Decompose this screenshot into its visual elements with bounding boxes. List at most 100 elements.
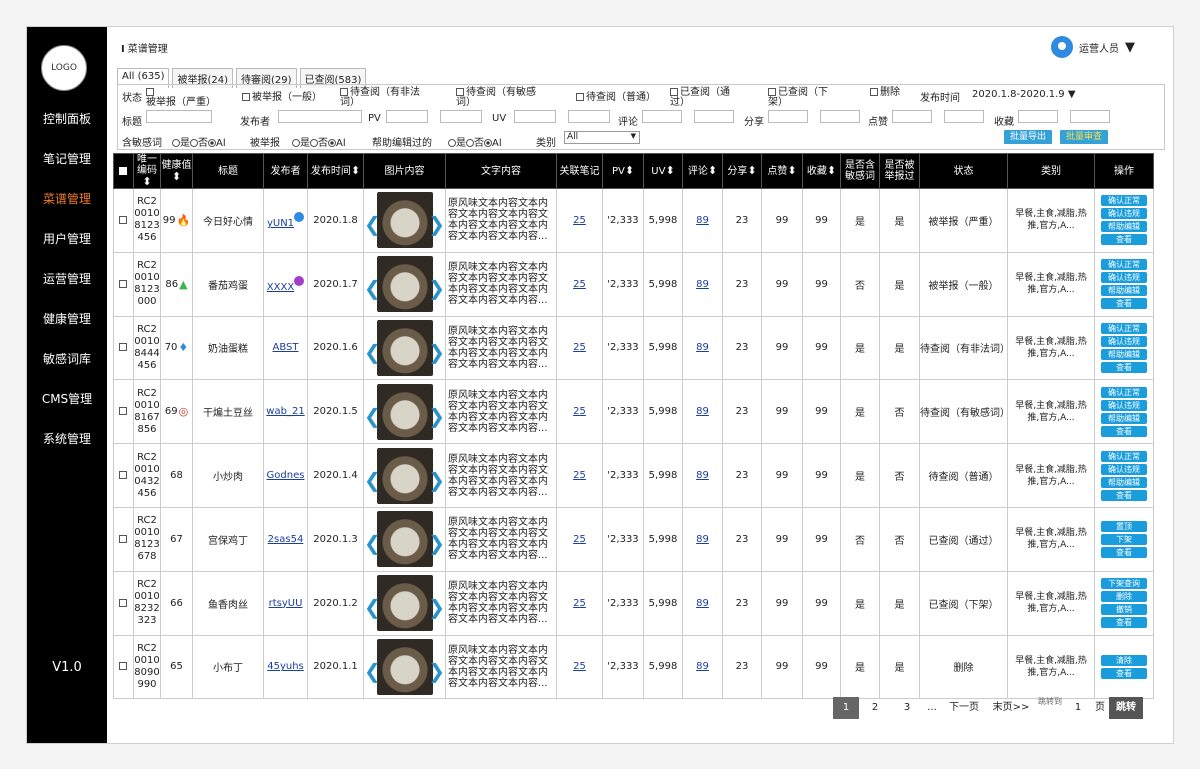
- recipe-image[interactable]: [376, 192, 433, 249]
- sort-icon[interactable]: ⬍: [351, 164, 360, 177]
- like-max-input[interactable]: [944, 110, 984, 123]
- share-min-input[interactable]: [768, 110, 808, 123]
- action-button[interactable]: 帮助编辑: [1101, 476, 1147, 488]
- select-cell[interactable]: [113, 315, 134, 381]
- status-option-2[interactable]: 待查阅（有非法词）: [340, 88, 432, 108]
- sort-icon[interactable]: ⬍: [787, 164, 796, 177]
- reported-radio-group[interactable]: 是否 Al: [292, 134, 346, 149]
- publisher-input[interactable]: [278, 110, 362, 123]
- recipe-image[interactable]: [376, 319, 433, 376]
- column-header-0[interactable]: 唯一编码⬍: [133, 153, 161, 189]
- prev-image-icon[interactable]: ❮: [365, 531, 381, 555]
- row-checkbox[interactable]: [118, 662, 127, 671]
- publisher-link[interactable]: 45yuhs: [267, 661, 304, 672]
- status-option-1[interactable]: 被举报（一般）: [242, 88, 322, 103]
- comments-link[interactable]: 89: [696, 598, 709, 609]
- action-button[interactable]: 查看: [1101, 667, 1147, 679]
- sidebar-item-7[interactable]: CMS管理: [27, 390, 107, 407]
- row-checkbox[interactable]: [118, 279, 127, 288]
- row-checkbox[interactable]: [118, 215, 127, 224]
- select-cell[interactable]: [113, 506, 134, 572]
- select-cell[interactable]: [113, 251, 134, 317]
- next-image-icon[interactable]: ❯: [428, 404, 444, 428]
- category-select[interactable]: All ▼: [564, 131, 640, 144]
- status-option-0[interactable]: 被举报（严重）: [146, 88, 222, 108]
- status-option-5[interactable]: 已查阅（通过）: [670, 88, 744, 108]
- column-header-9[interactable]: UV⬍: [643, 153, 683, 189]
- action-button[interactable]: 确认违规: [1101, 399, 1147, 411]
- related-notes-link[interactable]: 25: [573, 661, 586, 672]
- action-button[interactable]: 确认正常: [1101, 386, 1147, 398]
- prev-image-icon[interactable]: ❮: [365, 340, 381, 364]
- action-button[interactable]: 确认正常: [1101, 450, 1147, 462]
- column-header-8[interactable]: PV⬍: [602, 153, 644, 189]
- sort-icon[interactable]: ⬍: [827, 164, 836, 177]
- recipe-image[interactable]: [376, 575, 433, 632]
- status-option-6[interactable]: 已查阅（下架）: [768, 88, 842, 108]
- related-notes-link[interactable]: 25: [573, 279, 586, 290]
- pv-max-input[interactable]: [440, 110, 482, 123]
- chevron-down-icon[interactable]: ▼: [1125, 40, 1135, 55]
- action-button[interactable]: 确认违规: [1101, 272, 1147, 284]
- action-button[interactable]: 查看: [1101, 546, 1147, 558]
- prev-image-icon[interactable]: ❮: [365, 276, 381, 300]
- row-checkbox[interactable]: [118, 343, 127, 352]
- column-header-1[interactable]: 健康值⬍: [160, 153, 193, 189]
- next-image-icon[interactable]: ❯: [428, 276, 444, 300]
- sidebar-item-4[interactable]: 运营管理: [27, 270, 107, 287]
- comments-link[interactable]: 89: [696, 534, 709, 545]
- action-button[interactable]: 查看: [1101, 298, 1147, 310]
- action-button[interactable]: 确认违规: [1101, 335, 1147, 347]
- action-button[interactable]: 置顶: [1101, 520, 1147, 532]
- sidebar-item-1[interactable]: 笔记管理: [27, 150, 107, 167]
- sidebar-item-0[interactable]: 控制面板: [27, 110, 107, 127]
- action-button[interactable]: 查看: [1101, 234, 1147, 246]
- recipe-image[interactable]: [376, 256, 433, 313]
- last-page-link[interactable]: 末页>>: [987, 697, 1035, 719]
- publisher-link[interactable]: ABST: [273, 342, 299, 353]
- status-option-4[interactable]: 待查阅（普通）: [576, 88, 656, 103]
- uv-min-input[interactable]: [514, 110, 556, 123]
- recipe-image[interactable]: [376, 383, 433, 440]
- user-menu[interactable]: 运营人员 ▼: [1051, 36, 1135, 58]
- action-button[interactable]: 确认正常: [1101, 195, 1147, 207]
- row-checkbox[interactable]: [118, 471, 127, 480]
- next-image-icon[interactable]: ❯: [428, 468, 444, 492]
- prev-image-icon[interactable]: ❮: [365, 404, 381, 428]
- row-checkbox[interactable]: [118, 598, 127, 607]
- recipe-image[interactable]: [376, 638, 433, 695]
- share-max-input[interactable]: [820, 110, 860, 123]
- prev-image-icon[interactable]: ❮: [365, 212, 381, 236]
- action-button[interactable]: 下架: [1101, 533, 1147, 545]
- sidebar-item-5[interactable]: 健康管理: [27, 310, 107, 327]
- action-button[interactable]: 查看: [1101, 489, 1147, 501]
- sidebar-item-8[interactable]: 系统管理: [27, 430, 107, 447]
- status-option-7[interactable]: 删除: [870, 88, 904, 98]
- action-button[interactable]: 确认正常: [1101, 259, 1147, 271]
- related-notes-link[interactable]: 25: [573, 215, 586, 226]
- fav-max-input[interactable]: [1070, 110, 1110, 123]
- next-image-icon[interactable]: ❯: [428, 212, 444, 236]
- comments-link[interactable]: 89: [696, 342, 709, 353]
- uv-max-input[interactable]: [568, 110, 610, 123]
- sidebar-item-3[interactable]: 用户管理: [27, 230, 107, 247]
- action-button[interactable]: 确认违规: [1101, 208, 1147, 220]
- select-cell[interactable]: [113, 188, 134, 253]
- column-header-12[interactable]: 点赞⬍: [761, 153, 803, 189]
- sort-icon[interactable]: ⬍: [625, 164, 634, 177]
- publisher-link[interactable]: rtsyUU: [269, 598, 303, 609]
- recipe-image[interactable]: [376, 511, 433, 568]
- publisher-link[interactable]: Godnes: [267, 470, 305, 481]
- action-button[interactable]: 清除: [1101, 654, 1147, 666]
- jump-input[interactable]: 1: [1065, 697, 1091, 719]
- action-button[interactable]: 查看: [1101, 617, 1147, 629]
- select-all-header[interactable]: [113, 153, 134, 189]
- select-cell[interactable]: [113, 634, 134, 700]
- related-notes-link[interactable]: 25: [573, 534, 586, 545]
- comments-link[interactable]: 89: [696, 470, 709, 481]
- next-image-icon[interactable]: ❯: [428, 340, 444, 364]
- comment-min-input[interactable]: [642, 110, 682, 123]
- helped-radio-group[interactable]: 是否 Al: [448, 134, 502, 149]
- row-checkbox[interactable]: [118, 407, 127, 416]
- action-button[interactable]: 撤销: [1101, 604, 1147, 616]
